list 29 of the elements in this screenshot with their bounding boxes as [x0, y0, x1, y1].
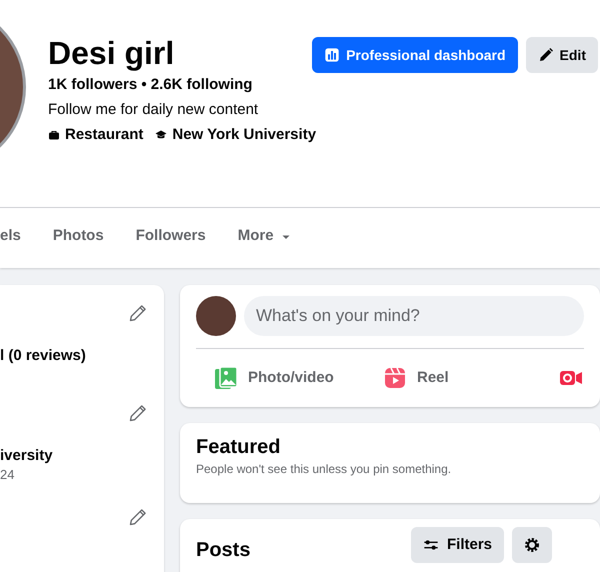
- intro-subtext: 24: [0, 466, 14, 484]
- photo-icon: [214, 366, 238, 390]
- profile-tab[interactable]: Followers: [120, 208, 222, 268]
- bar-chart-icon: [324, 47, 340, 63]
- photo-button[interactable]: Photo/video: [196, 366, 365, 390]
- profile-tab[interactable]: More: [222, 208, 308, 268]
- intro-text: l (0 reviews): [0, 346, 86, 366]
- avatar-placeholder: [196, 296, 236, 336]
- briefcase-icon: [48, 129, 60, 142]
- intro-text: iversity: [0, 446, 53, 466]
- professional-dashboard-button[interactable]: Professional dashboard: [312, 37, 518, 73]
- reel-button[interactable]: Reel: [365, 366, 534, 390]
- profile-bio: Follow me for daily new content: [48, 100, 260, 120]
- filters-button[interactable]: Filters: [411, 527, 504, 563]
- follower-stats: 1K followers • 2.6K following: [48, 75, 254, 95]
- status-input-field[interactable]: What's on your mind?: [244, 296, 584, 336]
- featured-description: People won't see this unless you pin something.: [196, 461, 452, 478]
- posts-title: Posts: [196, 538, 252, 563]
- pencil-icon: [538, 47, 554, 63]
- profile-tab[interactable]: Photos: [36, 208, 120, 268]
- featured-title: Featured: [196, 435, 282, 459]
- detail-text: New York University: [172, 125, 316, 145]
- detail-text: Restaurant: [65, 125, 144, 145]
- edit-button[interactable]: Edit: [526, 37, 598, 73]
- reel-icon: [383, 366, 407, 390]
- profile-name: Desi girl: [48, 34, 176, 72]
- profile-tab[interactable]: els: [0, 208, 37, 268]
- gear-icon: [524, 537, 540, 553]
- manage-button[interactable]: [512, 527, 552, 563]
